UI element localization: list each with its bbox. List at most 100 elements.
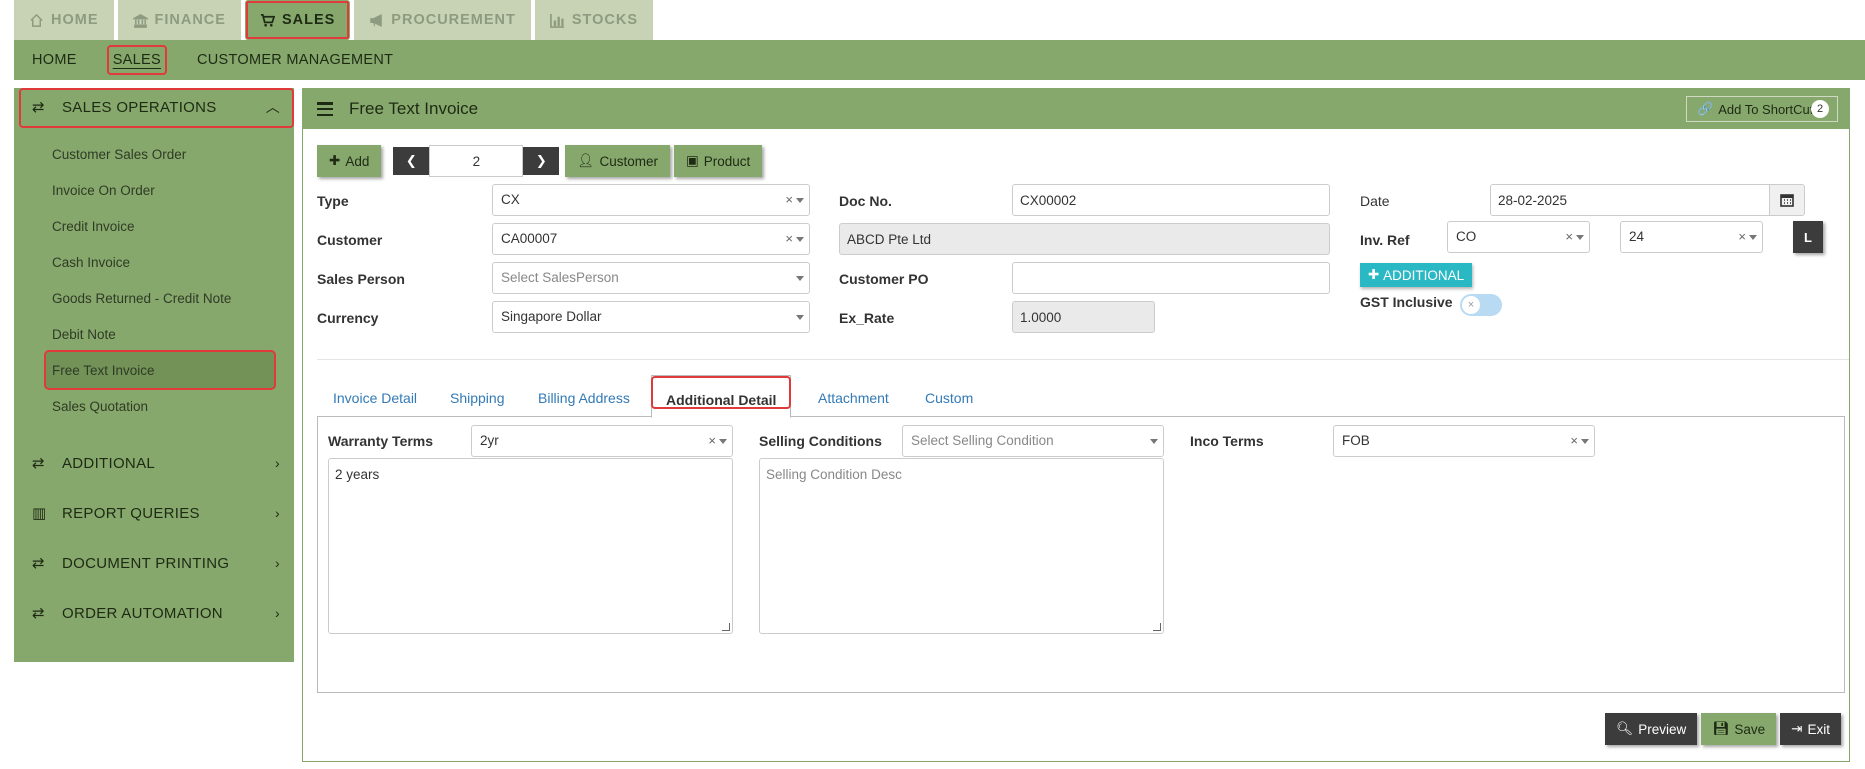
bank-icon: [132, 13, 148, 28]
subnav-sales[interactable]: SALES: [106, 45, 168, 75]
chevron-left-icon: ❮: [405, 153, 417, 168]
date-input[interactable]: 28-02-2025: [1490, 184, 1770, 216]
clear-icon[interactable]: ×: [785, 231, 793, 246]
add-to-shortcut-button[interactable]: 🔗 Add To ShortCut 2: [1686, 96, 1838, 122]
sidebar-item-goods-returned[interactable]: Goods Returned - Credit Note: [14, 280, 294, 316]
tab-additional-detail[interactable]: Additional Detail: [651, 375, 792, 418]
warranty-description-textarea[interactable]: 2 years: [328, 458, 733, 634]
tab-invoice-detail[interactable]: Invoice Detail: [333, 390, 417, 406]
exrate-input[interactable]: 1.0000: [1012, 301, 1155, 333]
warranty-terms-label: Warranty Terms: [328, 433, 434, 449]
shortcut-label: Add To ShortCut: [1718, 101, 1814, 117]
product-button[interactable]: ▣ Product: [674, 145, 763, 177]
module-tab-stocks[interactable]: STOCKS: [534, 0, 654, 40]
calendar-icon: [1780, 194, 1794, 207]
inco-terms-select[interactable]: FOB ×: [1333, 425, 1595, 457]
type-label: Type: [317, 193, 349, 209]
product-button-label: Product: [703, 153, 751, 169]
customer-button[interactable]: 👤︎ Customer: [565, 145, 670, 177]
module-tab-label: SALES: [281, 12, 336, 28]
module-tab-procurement[interactable]: PROCUREMENT: [354, 0, 531, 40]
caret-down-icon: [1581, 439, 1589, 444]
resize-grip-icon[interactable]: [1153, 623, 1161, 631]
sidebar-group-sales-operations[interactable]: ⇄ SALES OPERATIONS ︿: [14, 88, 294, 128]
subnav-customer-management[interactable]: CUSTOMER MANAGEMENT: [197, 52, 393, 68]
clear-icon[interactable]: ×: [785, 192, 793, 207]
invoice-panel: Free Text Invoice 🔗 Add To ShortCut 2 ✚ …: [302, 88, 1850, 762]
calendar-button[interactable]: [1769, 184, 1805, 216]
l-button[interactable]: L: [1793, 221, 1823, 253]
module-tab-label: PROCUREMENT: [391, 12, 516, 28]
action-buttons: 🔍︎ Preview 💾︎ Save ⇥ Exit: [1605, 713, 1841, 745]
tab-attachment[interactable]: Attachment: [818, 390, 889, 406]
selling-conditions-select[interactable]: Select Selling Condition: [902, 425, 1164, 457]
selling-condition-description-textarea[interactable]: Selling Condition Desc: [759, 458, 1164, 634]
salesperson-placeholder: Select SalesPerson: [501, 270, 619, 285]
tab-custom[interactable]: Custom: [925, 390, 973, 406]
sidebar-group-document-printing[interactable]: ⇄ DOCUMENT PRINTING ›: [14, 538, 294, 588]
selling-conditions-label: Selling Conditions: [759, 433, 882, 449]
sidebar-item-invoice-on-order[interactable]: Invoice On Order: [14, 172, 294, 208]
shortcut-count-badge: 2: [1811, 100, 1829, 118]
sidebar-group-additional[interactable]: ⇄ ADDITIONAL ›: [14, 438, 294, 488]
save-button[interactable]: 💾︎ Save: [1701, 713, 1777, 745]
sidebar-item-sales-quotation[interactable]: Sales Quotation: [14, 388, 294, 424]
currency-select[interactable]: Singapore Dollar: [492, 301, 810, 333]
next-record-button[interactable]: ❯: [523, 147, 560, 175]
exit-button[interactable]: ⇥ Exit: [1780, 713, 1841, 745]
invref-number-select[interactable]: 24 ×: [1620, 221, 1763, 253]
module-tab-sales[interactable]: SALES: [244, 0, 351, 40]
caret-down-icon: [796, 276, 804, 281]
record-number-input[interactable]: 2: [429, 145, 524, 177]
tab-shipping[interactable]: Shipping: [450, 390, 505, 406]
additional-button[interactable]: ✚ ADDITIONAL: [1360, 263, 1473, 287]
record-toolbar: ✚ Add ❮ 2 ❯ 👤︎ Customer ▣ Product: [317, 145, 763, 177]
subnav-home[interactable]: HOME: [32, 52, 77, 68]
selling-condition-description-placeholder: Selling Condition Desc: [766, 467, 902, 482]
sidebar-item-customer-sales-order[interactable]: Customer Sales Order: [14, 136, 294, 172]
sidebar-group-label: REPORT QUERIES: [62, 504, 200, 522]
customer-po-label: Customer PO: [839, 271, 929, 287]
warranty-terms-select[interactable]: 2yr ×: [471, 425, 733, 457]
bullhorn-icon: [370, 13, 383, 27]
customer-po-input[interactable]: [1012, 262, 1330, 294]
add-button[interactable]: ✚ Add: [317, 145, 382, 177]
salesperson-select[interactable]: Select SalesPerson: [492, 262, 810, 294]
sidebar-group-report-queries[interactable]: ▥ REPORT QUERIES ›: [14, 488, 294, 538]
menu-icon[interactable]: [317, 102, 333, 116]
sidebar-item-cash-invoice[interactable]: Cash Invoice: [14, 244, 294, 280]
module-tab-label: HOME: [51, 12, 99, 28]
date-label: Date: [1360, 193, 1390, 209]
caret-down-icon: [719, 439, 727, 444]
detail-tabs: Invoice Detail Shipping Billing Address …: [317, 375, 1845, 418]
module-tab-finance[interactable]: FINANCE: [117, 0, 241, 40]
customer-select[interactable]: CA00007 ×: [492, 223, 810, 255]
docno-input[interactable]: CX00002: [1012, 184, 1330, 216]
caret-down-icon: [1576, 235, 1584, 240]
page-title: Free Text Invoice: [349, 99, 479, 118]
gst-inclusive-toggle[interactable]: ×: [1460, 294, 1502, 316]
inco-terms-label: Inco Terms: [1190, 433, 1264, 449]
docno-label: Doc No.: [839, 193, 892, 209]
clear-icon[interactable]: ×: [1565, 229, 1573, 244]
caret-down-icon: [796, 315, 804, 320]
sidebar-group-label: ADDITIONAL: [62, 454, 156, 472]
clear-icon[interactable]: ×: [1570, 433, 1578, 448]
sidebar-item-free-text-invoice[interactable]: Free Text Invoice: [44, 350, 276, 390]
sidebar-group-order-automation[interactable]: ⇄ ORDER AUTOMATION ›: [14, 588, 294, 638]
sidebar-item-debit-note[interactable]: Debit Note: [14, 316, 294, 352]
resize-grip-icon[interactable]: [722, 623, 730, 631]
plus-icon: ✚: [1368, 267, 1384, 282]
sidebar-item-credit-invoice[interactable]: Credit Invoice: [14, 208, 294, 244]
type-select[interactable]: CX ×: [492, 184, 810, 216]
preview-button[interactable]: 🔍︎ Preview: [1605, 713, 1698, 745]
plus-icon: ✚: [329, 153, 341, 168]
invref-prefix-select[interactable]: CO ×: [1447, 221, 1590, 253]
module-tab-home[interactable]: HOME: [14, 0, 114, 40]
clear-icon[interactable]: ×: [708, 433, 716, 448]
tab-billing-address[interactable]: Billing Address: [538, 390, 630, 406]
clear-icon[interactable]: ×: [1738, 229, 1746, 244]
save-label: Save: [1734, 721, 1766, 737]
prev-record-button[interactable]: ❮: [393, 147, 430, 175]
floppy-disk-icon: 💾︎: [1712, 721, 1730, 736]
